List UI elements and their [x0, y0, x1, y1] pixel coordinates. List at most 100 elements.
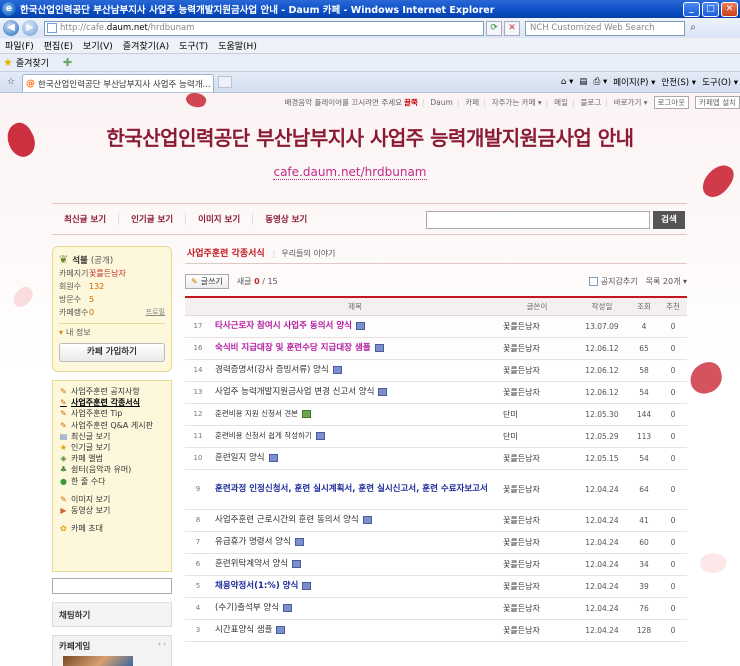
shortcut-link[interactable]: 바로가기 ▾ [614, 97, 648, 108]
cafe-link[interactable]: 카페 [465, 97, 479, 108]
sidebar-menu-item[interactable]: ● 한 줄 수다 [59, 476, 165, 487]
cafe-url-link[interactable]: cafe.daum.net/hrdbunam [0, 165, 740, 180]
post-title-link[interactable]: 사업주훈련 근로시간외 훈련 동의서 양식 [215, 515, 359, 525]
mail-link[interactable]: 메일 [554, 97, 568, 108]
refresh-button[interactable]: ⟳ [486, 20, 502, 36]
sidebar-menu-item[interactable]: ✎ 사업주훈련 Tip [59, 408, 165, 419]
join-cafe-button[interactable]: 카페 가입하기 [59, 343, 165, 362]
post-title-link[interactable]: 타사근로자 참여시 사업주 동의서 양식 [215, 321, 352, 331]
forward-button[interactable]: ▶ [22, 20, 38, 36]
post-author[interactable]: 꽃를든남자 [499, 447, 575, 470]
print-icon[interactable]: ⎙ ▾ [593, 77, 607, 87]
nav-images[interactable]: 이미지 보기 [186, 213, 254, 225]
post-author[interactable]: 단미 [499, 425, 575, 448]
menu-tools[interactable]: 도구(T) [179, 39, 208, 52]
hide-notice-checkbox[interactable] [588, 276, 598, 286]
minimize-button[interactable]: _ [683, 1, 700, 17]
post-author[interactable]: 꽃를든남자 [499, 575, 575, 598]
cafe-search-button[interactable]: 검색 [653, 211, 685, 229]
feeds-icon[interactable]: ▤ [579, 77, 587, 87]
sidebar-menu-item[interactable]: ★ 인기글 보기 [59, 442, 165, 453]
hide-notice-label[interactable]: 공지감추기 [601, 276, 638, 287]
sidebar-menu-item[interactable]: ♣ 쉼터(음악과 유머) [59, 464, 165, 475]
sidebar-menu-item[interactable]: ◈ 카페 앨범 [59, 453, 165, 464]
post-author[interactable]: 꽃를든남자 [499, 553, 575, 576]
chat-box[interactable]: 채팅하기 [52, 602, 172, 627]
sidebar-menu-item[interactable]: ✎ 사업주훈련 각종서식 [59, 397, 165, 408]
favorites-star-icon[interactable]: ★ [3, 56, 13, 69]
maximize-button[interactable]: □ [702, 1, 719, 17]
sidebar-search-input[interactable] [52, 578, 172, 594]
blog-link[interactable]: 블로그 [581, 97, 602, 108]
post-author[interactable]: 꽃를든남자 [499, 531, 575, 554]
post-title-link[interactable]: 사업주 능력개발지원금사업 변경 신고서 양식 [215, 387, 374, 397]
post-author[interactable]: 꽃를든남자 [499, 359, 575, 382]
sidebar-menu-item[interactable]: ✎ 이미지 보기 [59, 494, 165, 505]
post-author[interactable]: 단미 [499, 403, 575, 426]
post-title-link[interactable]: 숙식비 지급대장 및 훈련수당 지급대장 샘플 [215, 343, 371, 353]
home-icon[interactable]: ⌂ ▾ [561, 77, 573, 87]
menu-favorites[interactable]: 즐겨찾기(A) [123, 39, 169, 52]
nav-videos[interactable]: 동영상 보기 [253, 213, 319, 225]
post-title-link[interactable]: 시간표양식 샘플 [215, 625, 272, 635]
post-author[interactable]: 꽃를든남자 [499, 509, 575, 532]
post-title-link[interactable]: 훈련일지 양식 [215, 453, 265, 463]
url-input[interactable]: http://cafe. daum.net/hrdbunam [44, 20, 484, 36]
sidebar-menu-item[interactable]: ✎ 사업주훈련 공지사항 [59, 386, 165, 397]
game-nav-arrows[interactable]: ‹ › [158, 640, 166, 648]
new-tab-button[interactable] [218, 76, 232, 88]
bgm-off-link[interactable]: 끌쭉 [404, 98, 418, 107]
cafe-search-input[interactable] [426, 211, 650, 229]
back-button[interactable]: ◀ [3, 20, 19, 36]
post-author[interactable]: 꽃를든남자 [499, 337, 575, 360]
cmd-page[interactable]: 페이지(P) ▾ [613, 76, 655, 88]
post-title-link[interactable]: 채용약정서(1:%) 양식 [215, 581, 298, 591]
post-author[interactable]: 꽃를든남자 [499, 315, 575, 338]
sidebar-menu-item[interactable]: ✿ 카페 초대 [59, 523, 165, 534]
active-tab[interactable]: @ 한국산업인력공단 부산남부지사 사업주 능력개... [22, 74, 214, 92]
sidebar-menu-item[interactable]: ✎ 사업주훈련 Q&A 게시판 [59, 420, 165, 431]
sidebar-menu-item[interactable]: ▤ 최신글 보기 [59, 431, 165, 442]
my-info-toggle[interactable]: ▾ 내 정보 [59, 323, 165, 338]
per-page-select[interactable]: 목록 20개 ▾ [646, 276, 687, 287]
logout-button[interactable]: 로그아웃 [653, 96, 690, 109]
favorite-cafes-link[interactable]: 자주가는 카페 ▾ [492, 97, 542, 108]
install-app-button[interactable]: 카페앱 설치 [695, 96, 740, 109]
nav-latest[interactable]: 최신글 보기 [52, 213, 120, 225]
menu-file[interactable]: 파일(F) [5, 39, 34, 52]
post-title-link[interactable]: 경력증명서(강사 증빙서류) 양식 [215, 365, 329, 375]
tab-list-icon[interactable]: ☆ [0, 77, 22, 87]
nav-popular[interactable]: 인기글 보기 [119, 213, 187, 225]
post-title-link[interactable]: 훈련위탁계약서 양식 [215, 559, 288, 569]
post-title-link[interactable]: 훈련과정 인정신청서, 훈련 실시계획서, 훈련 실시신고서, 훈련 수료자보고… [215, 484, 488, 494]
post-author[interactable]: 꽃를든남자 [499, 597, 575, 620]
post-author[interactable]: 꽃를든남자 [499, 381, 575, 404]
cmd-safety[interactable]: 안전(S) ▾ [661, 76, 696, 88]
menu-help[interactable]: 도움말(H) [218, 39, 257, 52]
game-thumbnail[interactable] [63, 656, 133, 666]
sidebar-menu-item[interactable]: ▶ 동영상 보기 [59, 505, 165, 516]
post-author[interactable]: 꽃를든남자 [499, 469, 575, 510]
board-subtitle[interactable]: 우리들의 이야기 [273, 248, 335, 259]
board-options: 공지감추기 목록 20개 ▾ [588, 276, 687, 287]
post-title-link[interactable]: 유급휴가 명령서 양식 [215, 537, 291, 547]
post-number: 6 [185, 553, 211, 576]
post-recommend: 0 [659, 531, 687, 554]
manager-link[interactable]: 꽃를든남자 [89, 268, 126, 279]
daum-link[interactable]: Daum [430, 98, 452, 107]
post-title-link[interactable]: (수기)출석부 양식 [215, 603, 279, 613]
cmd-tools[interactable]: 도구(O) ▾ [702, 76, 738, 88]
favorites-button[interactable]: 즐겨찾기 [16, 56, 49, 69]
post-title-link[interactable]: 훈련비용 신청서 쉽게 작성하기 [215, 431, 312, 440]
menu-view[interactable]: 보기(V) [83, 39, 113, 52]
search-icon[interactable]: ⌕ [686, 22, 700, 36]
close-window-button[interactable]: ✕ [721, 1, 738, 17]
post-author[interactable]: 꽃를든남자 [499, 619, 575, 642]
stop-button[interactable]: ✕ [504, 20, 520, 36]
write-post-button[interactable]: ✎ 글쓰기 [185, 273, 229, 289]
web-search-input[interactable]: NCH Customized Web Search ⌕ [525, 20, 696, 36]
profile-link[interactable]: 프로필 [146, 307, 165, 318]
menu-edit[interactable]: 편집(E) [44, 39, 73, 52]
post-title-link[interactable]: 훈련비용 지원 신청서 견본 [215, 409, 298, 418]
add-favorite-icon[interactable]: ✚ [63, 56, 72, 69]
